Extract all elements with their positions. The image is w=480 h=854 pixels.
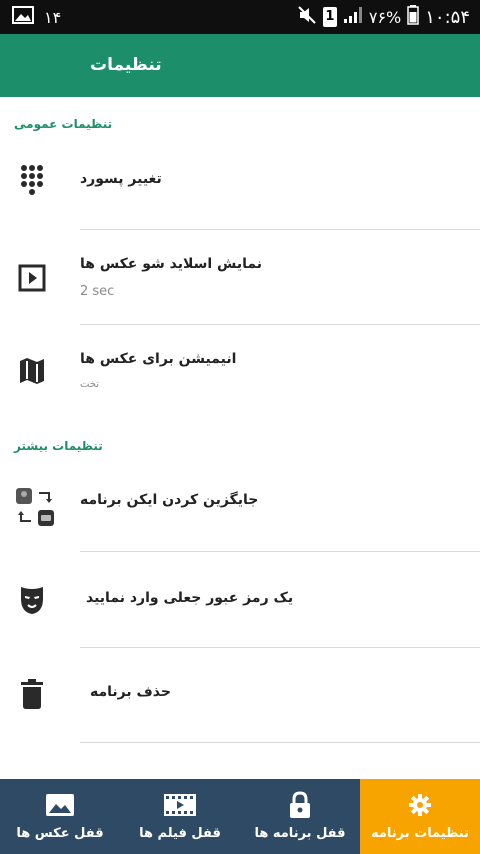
battery-icon xyxy=(407,5,419,29)
sim-indicator: 1 xyxy=(322,7,337,27)
nav-label: قفل عکس ها xyxy=(16,826,104,841)
status-bar: ۱۴ 1 ۷۶% ۱۰:۵۴ xyxy=(0,0,480,34)
settings-item-title: یک رمز عبور جعلی وارد نمایید xyxy=(86,590,294,606)
page-title: تنظیمات xyxy=(90,55,162,75)
map-icon xyxy=(14,353,50,389)
settings-item-title: انیمیشن برای عکس ها xyxy=(80,351,237,367)
settings-item-value: تخت xyxy=(80,379,100,390)
settings-item-title: جایگزین کردن ایکن برنامه xyxy=(80,492,259,508)
settings-item-uninstall[interactable]: حذف برنامه xyxy=(0,648,480,743)
settings-list: تنظیمات عمومی تغییر پسورد نمایش اسلاید ش… xyxy=(0,97,480,779)
slideshow-icon xyxy=(14,260,50,296)
app-bar: تنظیمات xyxy=(0,34,480,97)
settings-item-photo-animation[interactable]: انیمیشن برای عکس ها تخت xyxy=(0,325,480,425)
nav-label: تنظیمات برنامه xyxy=(370,826,469,841)
divider xyxy=(80,742,480,743)
gear-icon xyxy=(408,792,432,818)
settings-item-replace-icon[interactable]: جایگزین کردن ایکن برنامه xyxy=(0,452,480,552)
signal-icon xyxy=(343,6,363,28)
settings-item-change-password[interactable]: تغییر پسورد xyxy=(0,133,480,230)
nav-item-app-settings[interactable]: تنظیمات برنامه xyxy=(360,779,480,854)
lock-icon xyxy=(289,791,311,818)
film-icon xyxy=(163,792,197,818)
nav-item-lock-videos[interactable]: قفل فیلم ها xyxy=(120,779,240,854)
settings-item-fake-password[interactable]: یک رمز عبور جعلی وارد نمایید xyxy=(0,552,480,648)
dialpad-icon xyxy=(14,163,50,199)
gallery-notification-icon xyxy=(12,6,34,28)
settings-item-value: 2 sec xyxy=(80,284,115,299)
bottom-navigation: قفل عکس ها قفل فیلم ها قفل برنامه ها تنظ… xyxy=(0,779,480,854)
image-icon xyxy=(45,792,75,818)
nav-label: قفل فیلم ها xyxy=(139,826,221,841)
settings-item-title: نمایش اسلاید شو عکس ها xyxy=(80,256,262,272)
clock: ۱۰:۵۴ xyxy=(425,6,470,28)
notification-count: ۱۴ xyxy=(44,7,62,27)
settings-item-title: تغییر پسورد xyxy=(80,171,162,187)
nav-item-lock-apps[interactable]: قفل برنامه ها xyxy=(240,779,360,854)
settings-item-title: حذف برنامه xyxy=(90,684,171,700)
nav-label: قفل برنامه ها xyxy=(254,826,346,841)
nav-item-lock-photos[interactable]: قفل عکس ها xyxy=(0,779,120,854)
settings-item-slideshow[interactable]: نمایش اسلاید شو عکس ها 2 sec xyxy=(0,230,480,325)
mute-icon xyxy=(297,5,317,29)
swap-app-icon xyxy=(12,484,58,530)
mask-icon xyxy=(14,582,50,618)
section-header-general: تنظیمات عمومی xyxy=(14,117,113,131)
trash-icon xyxy=(14,676,50,712)
battery-percent: ۷۶% xyxy=(368,7,402,27)
section-header-more: تنظیمات بیشتر xyxy=(14,439,103,453)
